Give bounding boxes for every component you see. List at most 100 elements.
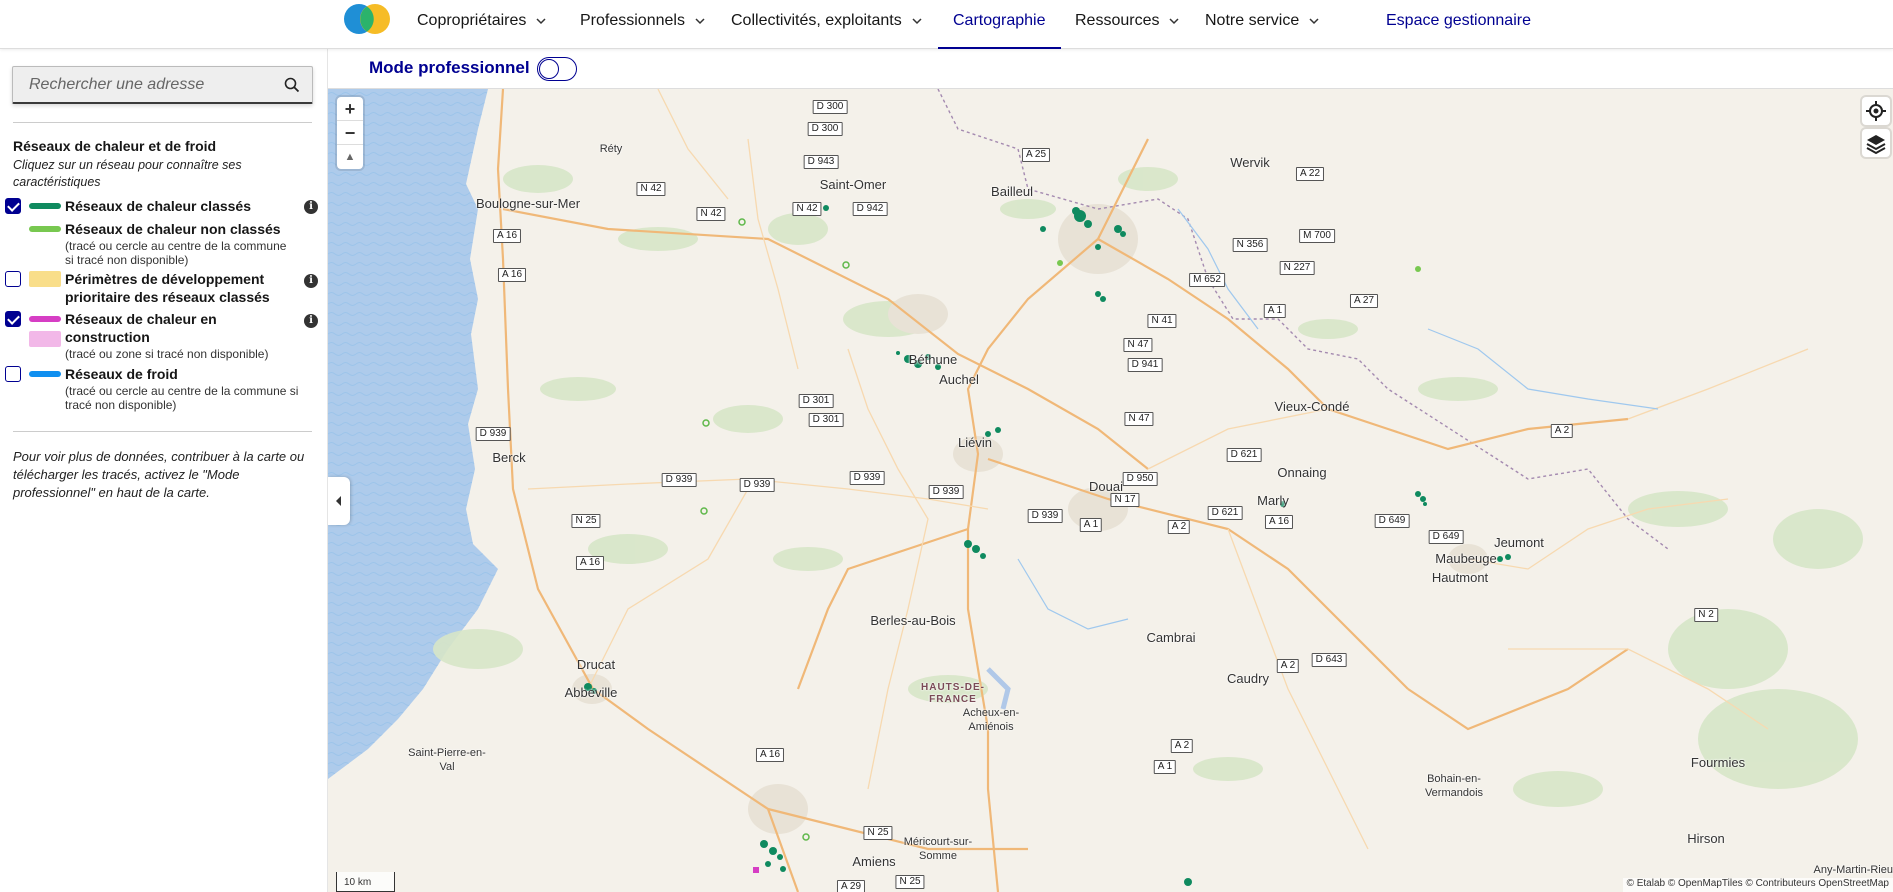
road-shield: D 300 bbox=[807, 122, 843, 136]
road-shield: D 649 bbox=[1428, 530, 1464, 544]
city-label: Bailleul bbox=[991, 184, 1033, 199]
road-shield: D 942 bbox=[852, 202, 888, 216]
road-shield: D 649 bbox=[1374, 514, 1410, 528]
map-attribution[interactable]: © Etalab © OpenMapTiles © Contributeurs … bbox=[1622, 878, 1893, 892]
map-zoom-controls: + − ▲ bbox=[337, 97, 363, 169]
layer-label-construction: Réseaux de chaleur en construction bbox=[65, 311, 217, 345]
map-canvas[interactable]: Boulogne-sur-Mer Saint-Omer Bailleul Wer… bbox=[328, 89, 1893, 892]
site-logo-icon[interactable] bbox=[341, 2, 393, 36]
checkbox-perimetres[interactable] bbox=[5, 271, 21, 287]
sidebar-note: Pour voir plus de données, contribuer à … bbox=[13, 449, 305, 500]
road-shield: D 943 bbox=[803, 155, 839, 169]
checkbox-en-construction[interactable] bbox=[5, 311, 21, 327]
locate-icon bbox=[1866, 101, 1886, 121]
road-shield: N 356 bbox=[1232, 238, 1268, 252]
search-icon[interactable] bbox=[284, 77, 300, 93]
layer-note-non-classes: (tracé ou cercle au centre de la commune… bbox=[65, 239, 287, 267]
road-shield: A 27 bbox=[1349, 294, 1379, 308]
road-shield: A 16 bbox=[497, 268, 527, 282]
city-label: Douai bbox=[1089, 479, 1123, 494]
nav-label: Collectivités, exploitants bbox=[731, 12, 902, 29]
legend-swatch-construction-zone bbox=[29, 331, 61, 347]
info-icon[interactable]: i bbox=[304, 314, 318, 328]
nav-ressources[interactable]: Ressources bbox=[1075, 0, 1180, 49]
road-shield: D 621 bbox=[1207, 506, 1243, 520]
city-label: Cambrai bbox=[1146, 630, 1196, 645]
toggle-knob bbox=[539, 59, 559, 79]
layer-label-perimetres: Périmètres de développement prioritaire … bbox=[65, 271, 270, 305]
road-shield: D 939 bbox=[928, 485, 964, 499]
chevron-left-icon bbox=[336, 496, 341, 506]
nav-coproprietaires[interactable]: Copropriétaires bbox=[417, 0, 547, 49]
layer-label-non-classes: Réseaux de chaleur non classés bbox=[65, 221, 281, 237]
road-shield: N 41 bbox=[1147, 314, 1177, 328]
city-label: Maubeuge bbox=[1435, 551, 1497, 566]
legend-swatch-froid bbox=[29, 371, 61, 377]
chevron-down-icon bbox=[695, 18, 705, 24]
city-label: Berles-au-Bois bbox=[870, 613, 956, 628]
chevron-down-icon bbox=[1309, 18, 1319, 24]
city-label: Hirson bbox=[1687, 831, 1725, 846]
checkbox-reseaux-classes[interactable] bbox=[5, 198, 21, 214]
nav-notre-service[interactable]: Notre service bbox=[1205, 0, 1320, 49]
road-shield: A 1 bbox=[1079, 518, 1103, 532]
layer-label-classes: Réseaux de chaleur classés bbox=[65, 198, 252, 214]
road-shield: A 2 bbox=[1170, 739, 1194, 753]
road-shield: A 16 bbox=[1264, 515, 1294, 529]
layers-button[interactable] bbox=[1862, 129, 1890, 157]
city-label: Saint-Pierre-en-Val bbox=[408, 747, 486, 773]
road-shield: D 621 bbox=[1226, 448, 1262, 462]
road-shield: N 227 bbox=[1279, 261, 1315, 275]
legend-swatch-construction-line bbox=[29, 316, 61, 322]
road-shield: A 2 bbox=[1276, 659, 1300, 673]
road-shield: A 1 bbox=[1263, 304, 1287, 318]
mode-professionnel-label: Mode professionnel bbox=[369, 58, 530, 77]
city-label: Abbeville bbox=[564, 685, 618, 700]
info-icon[interactable]: i bbox=[304, 274, 318, 288]
mode-professionnel-toggle[interactable] bbox=[537, 57, 577, 81]
road-shield: A 16 bbox=[755, 748, 785, 762]
city-label: Liévin bbox=[958, 435, 992, 450]
legend-swatch-classes bbox=[29, 203, 61, 209]
nav-collectivites[interactable]: Collectivités, exploitants bbox=[731, 0, 923, 49]
road-shield: N 47 bbox=[1124, 412, 1154, 426]
legend-swatch-perimetres bbox=[29, 271, 61, 287]
city-label: Jeumont bbox=[1494, 535, 1544, 550]
city-label: Berck bbox=[492, 450, 526, 465]
road-shield: D 941 bbox=[1127, 358, 1163, 372]
nav-espace-gestionnaire[interactable]: Espace gestionnaire bbox=[1386, 0, 1531, 49]
nav-professionnels[interactable]: Professionnels bbox=[580, 0, 706, 49]
road-shield: D 301 bbox=[798, 394, 834, 408]
city-label: Hautmont bbox=[1431, 570, 1489, 585]
nav-label: Cartographie bbox=[953, 12, 1046, 29]
nav-label: Notre service bbox=[1205, 12, 1300, 29]
info-icon[interactable]: i bbox=[304, 200, 318, 214]
map-sidebar: Réseaux de chaleur et de froid Cliquez s… bbox=[0, 49, 328, 892]
city-label: Méricourt-sur-Somme bbox=[903, 836, 973, 862]
road-shield: D 939 bbox=[661, 473, 697, 487]
collapse-sidebar-button[interactable] bbox=[328, 477, 350, 525]
nav-label: Ressources bbox=[1075, 12, 1160, 29]
city-label: Amiens bbox=[852, 854, 896, 869]
road-shield: M 700 bbox=[1299, 229, 1335, 243]
divider bbox=[13, 431, 312, 432]
road-shield: A 2 bbox=[1167, 520, 1191, 534]
checkbox-reseaux-froid[interactable] bbox=[5, 366, 21, 382]
compass-button[interactable]: ▲ bbox=[337, 145, 363, 169]
road-shield: D 300 bbox=[812, 100, 848, 114]
zoom-out-button[interactable]: − bbox=[337, 121, 363, 145]
zoom-in-button[interactable]: + bbox=[337, 97, 363, 121]
road-shield: D 939 bbox=[739, 478, 775, 492]
layer-label-froid: Réseaux de froid bbox=[65, 366, 178, 382]
city-label: Drucat bbox=[576, 657, 616, 672]
geolocate-button[interactable] bbox=[1862, 97, 1890, 125]
nav-cartographie[interactable]: Cartographie bbox=[938, 0, 1060, 49]
legend-swatch-non-classes bbox=[29, 226, 61, 232]
road-shield: D 643 bbox=[1311, 653, 1347, 667]
city-label: Any-Martin-Rieux bbox=[1813, 864, 1893, 876]
address-search-input[interactable] bbox=[13, 67, 273, 102]
nav-label: Professionnels bbox=[580, 12, 685, 29]
road-shield: N 42 bbox=[636, 182, 666, 196]
road-shield: N 25 bbox=[895, 875, 925, 889]
city-label: Onnaing bbox=[1277, 465, 1327, 480]
